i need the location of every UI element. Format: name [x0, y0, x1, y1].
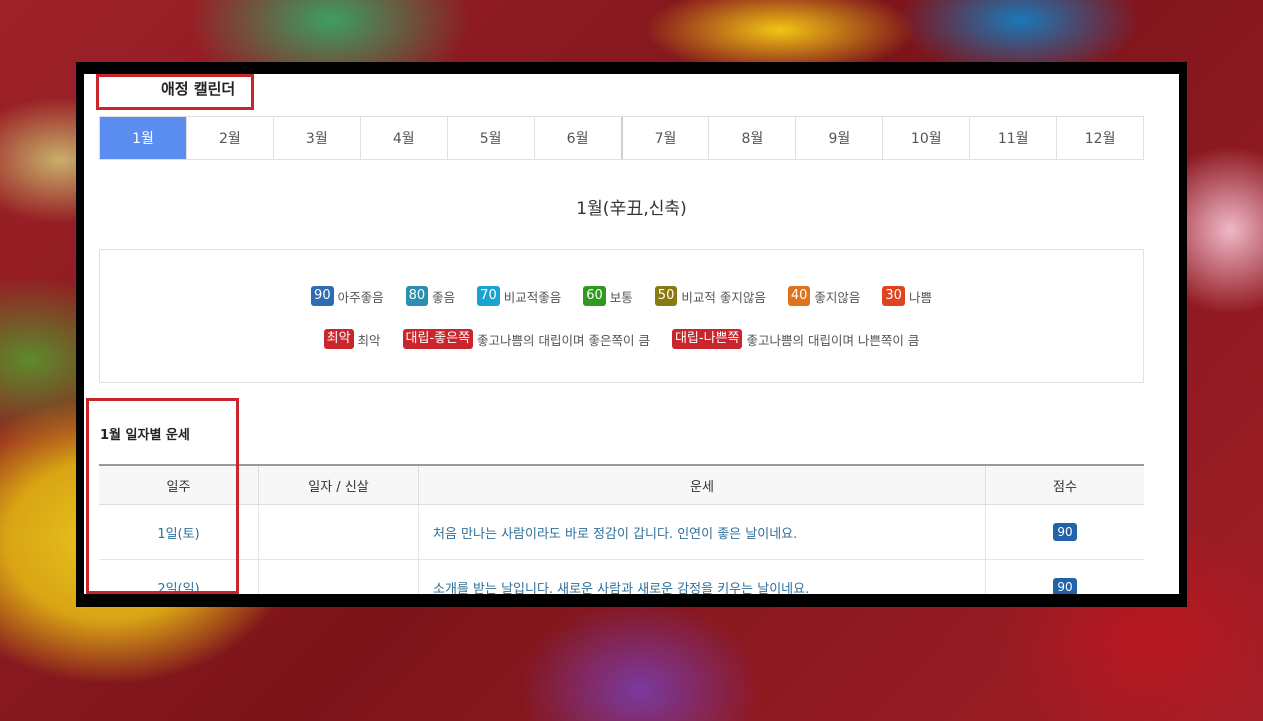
score-badge: 90 — [1053, 522, 1077, 541]
legend-item: 90 아주좋음 — [311, 286, 384, 306]
score-legend: 90 아주좋음 80 좋음 70 비교적좋음 60 보통 50 비교적 좋지않음… — [99, 249, 1144, 383]
day-column-highlight-box — [86, 398, 239, 594]
tab-month-8[interactable]: 8월 — [709, 117, 797, 159]
month-heading: 1월(辛丑,신축) — [576, 199, 687, 219]
legend-item: 최악 최악 — [323, 329, 381, 349]
legend-label: 좋지않음 — [814, 289, 861, 305]
legend-item: 대립-나쁜쪽 좋고나쁨의 대립이며 나쁜쪽이 큼 — [671, 329, 920, 349]
row-score-cell: 90 — [985, 504, 1144, 560]
tab-month-9[interactable]: 9월 — [796, 117, 884, 159]
row-fortune: 처음 만나는 사람이라도 바로 정감이 갑니다. 인연이 좋은 날이네요. — [418, 504, 986, 560]
legend-label: 비교적좋음 — [503, 289, 562, 305]
legend-badge: 30 — [882, 286, 905, 306]
tab-month-3[interactable]: 3월 — [274, 117, 361, 159]
header-date: 일자 / 신살 — [258, 464, 419, 505]
daily-fortune-table: 일주 일자 / 신살 운세 점수 1일(토) 처음 만나는 사람이라도 바로 정… — [99, 464, 1144, 594]
tab-month-7[interactable]: 7월 — [623, 117, 710, 159]
legend-row-scores: 90 아주좋음 80 좋음 70 비교적좋음 60 보통 50 비교적 좋지않음… — [100, 286, 1143, 306]
tab-month-1[interactable]: 1월 — [100, 117, 187, 159]
legend-item: 40 좋지않음 — [787, 286, 861, 306]
legend-badge: 70 — [477, 286, 500, 306]
tab-month-4[interactable]: 4월 — [361, 117, 448, 159]
legend-label: 좋고나쁨의 대립이며 좋은쪽이 큼 — [477, 332, 650, 348]
legend-badge: 90 — [311, 286, 334, 306]
header-fortune: 운세 — [418, 464, 986, 505]
legend-label: 최악 — [357, 332, 381, 348]
tab-month-11[interactable]: 11월 — [970, 117, 1058, 159]
legend-label: 좋고나쁨의 대립이며 나쁜쪽이 큼 — [746, 332, 920, 348]
tab-month-5[interactable]: 5월 — [448, 117, 535, 159]
row-score-cell: 90 — [985, 559, 1144, 594]
legend-row-special: 최악 최악 대립-좋은쪽 좋고나쁨의 대립이며 좋은쪽이 큼 대립-나쁜쪽 좋고… — [100, 329, 1143, 349]
legend-item: 50 비교적 좋지않음 — [654, 286, 766, 306]
legend-badge: 60 — [583, 286, 606, 306]
legend-item: 60 보통 — [583, 286, 633, 306]
legend-badge: 80 — [405, 286, 429, 306]
tab-month-2[interactable]: 2월 — [187, 117, 274, 159]
row-date — [258, 504, 419, 560]
tab-month-12[interactable]: 12월 — [1057, 117, 1143, 159]
header-score: 점수 — [985, 464, 1144, 505]
legend-label: 비교적 좋지않음 — [681, 289, 766, 305]
tab-month-10[interactable]: 10월 — [883, 117, 971, 159]
legend-badge: 대립-좋은쪽 — [402, 329, 474, 349]
score-badge: 90 — [1053, 577, 1077, 594]
legend-item: 30 나쁨 — [882, 286, 932, 306]
month-tabs: 1월 2월 3월 4월 5월 6월 7월 8월 9월 10월 11월 12월 — [99, 116, 1144, 160]
table-row: 2일(일) 소개를 받는 날입니다. 새로운 사람과 새로운 감정을 키우는 날… — [99, 559, 1144, 594]
legend-label: 나쁨 — [908, 289, 932, 305]
row-fortune: 소개를 받는 날입니다. 새로운 사람과 새로운 감정을 키우는 날이네요. — [418, 559, 986, 594]
legend-label: 좋음 — [432, 289, 456, 305]
table-row: 1일(토) 처음 만나는 사람이라도 바로 정감이 갑니다. 인연이 좋은 날이… — [99, 504, 1144, 560]
page-title: 애정 캘린더 — [161, 80, 236, 98]
tab-month-6[interactable]: 6월 — [535, 117, 623, 159]
legend-label: 보통 — [609, 289, 633, 305]
table-header-row: 일주 일자 / 신살 운세 점수 — [99, 464, 1144, 505]
legend-badge: 50 — [654, 286, 678, 306]
legend-badge: 대립-나쁜쪽 — [671, 329, 743, 349]
legend-label: 아주좋음 — [337, 289, 384, 305]
calendar-panel: 애정 캘린더 1월 2월 3월 4월 5월 6월 7월 8월 9월 10월 11… — [84, 74, 1179, 594]
legend-item: 대립-좋은쪽 좋고나쁨의 대립이며 좋은쪽이 큼 — [402, 329, 650, 349]
legend-item: 70 비교적좋음 — [477, 286, 561, 306]
legend-item: 80 좋음 — [405, 286, 456, 306]
legend-badge: 40 — [787, 286, 811, 306]
row-date — [258, 559, 419, 594]
legend-badge: 최악 — [323, 329, 354, 349]
